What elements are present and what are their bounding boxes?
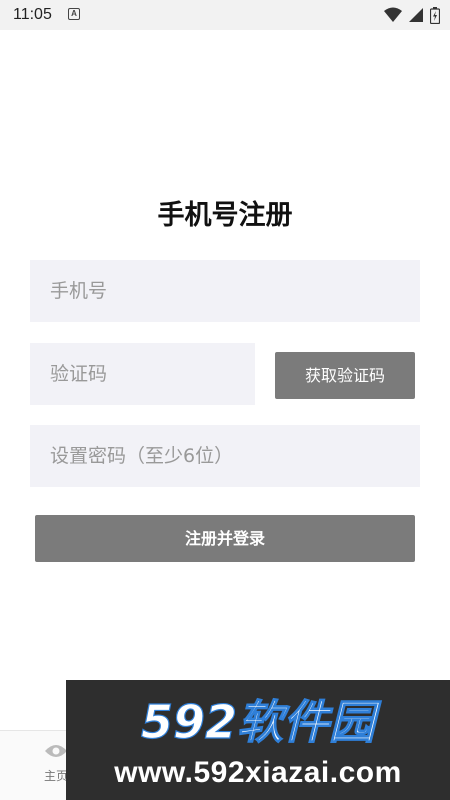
notification-icon: A [68, 8, 80, 20]
get-code-button[interactable]: 获取验证码 [275, 352, 415, 399]
wifi-icon [384, 7, 402, 22]
watermark-logo-text: 592软件园 [141, 695, 382, 748]
verification-code-input[interactable] [30, 343, 255, 405]
phone-input[interactable] [30, 260, 420, 322]
watermark-url: www.592xiazai.com [114, 756, 402, 789]
watermark-logo: 592软件园 [140, 694, 382, 748]
eye-icon [45, 745, 67, 757]
password-input[interactable] [30, 425, 420, 487]
page-title: 手机号注册 [157, 200, 293, 231]
status-icons [384, 6, 440, 24]
status-time: 11:05 [13, 6, 52, 23]
battery-icon [430, 6, 440, 24]
register-login-button[interactable]: 注册并登录 [35, 515, 415, 562]
watermark: 592软件园 www.592xiazai.com [66, 680, 450, 800]
status-bar: 11:05 A [0, 0, 450, 30]
signal-icon [409, 8, 423, 22]
